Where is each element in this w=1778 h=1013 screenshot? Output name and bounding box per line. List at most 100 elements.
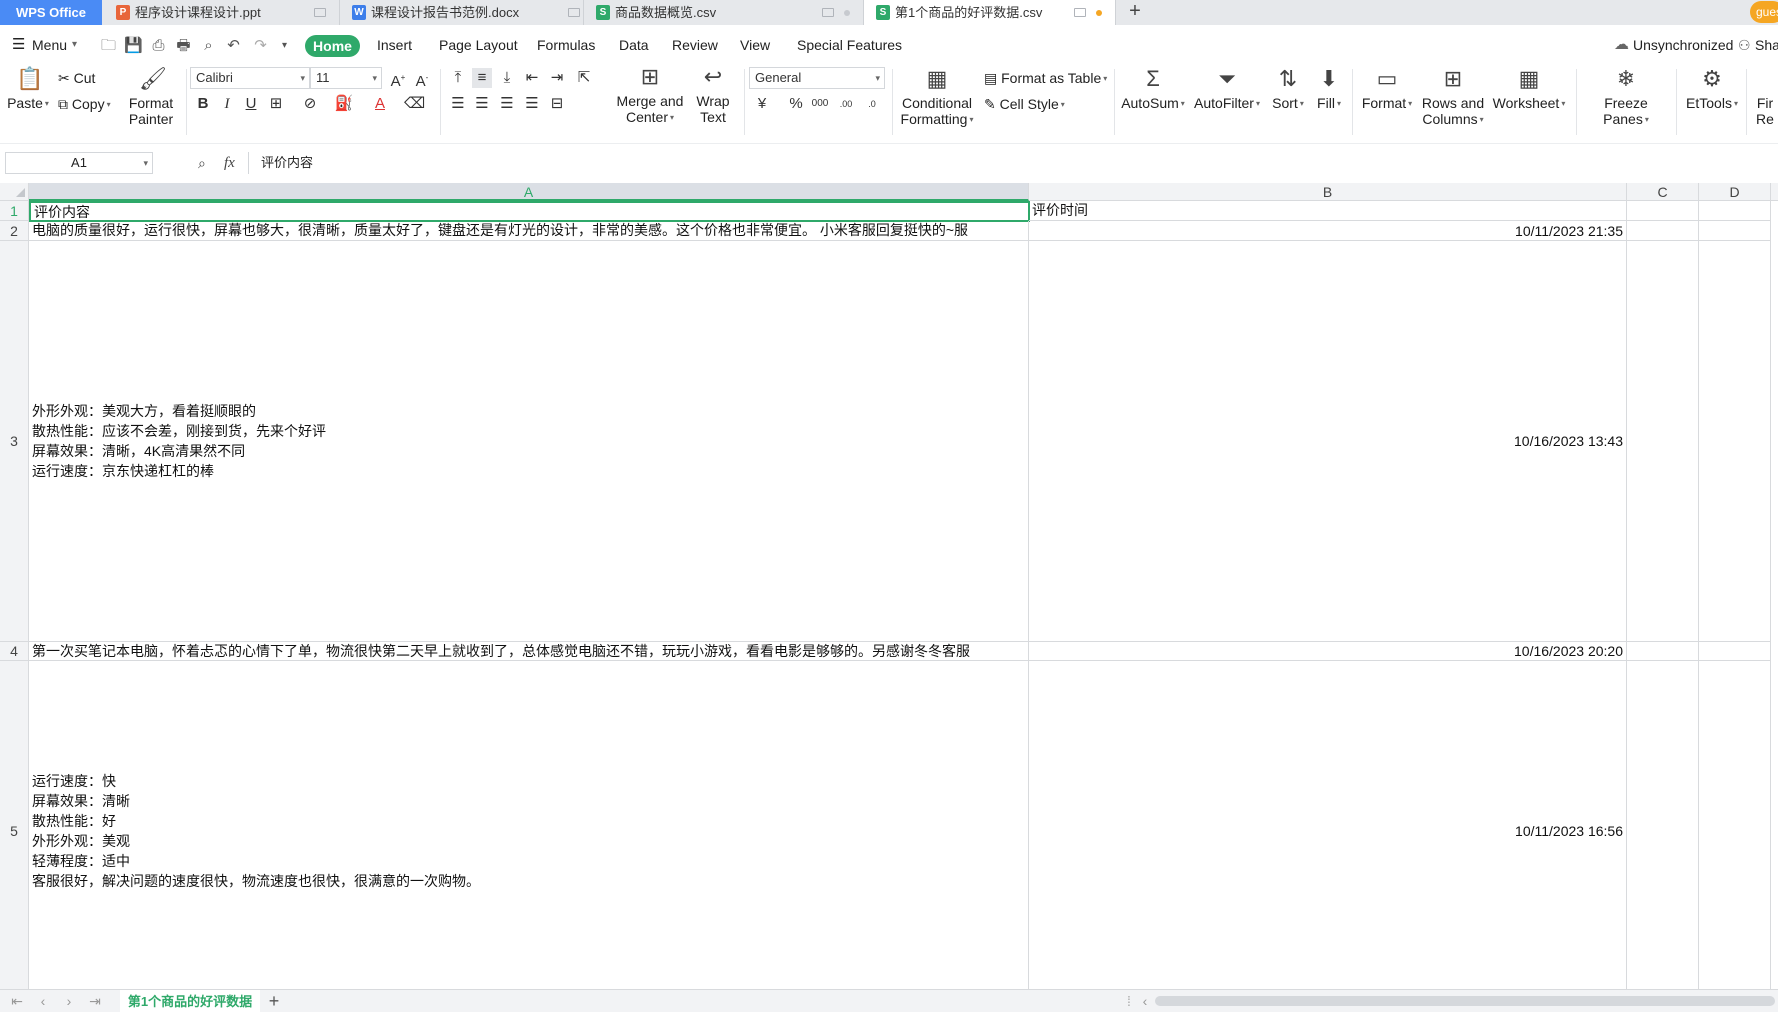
column-header-a[interactable]: A (29, 183, 1029, 201)
freeze-panes-button[interactable]: ❄ Freeze Panes ▾ (1582, 67, 1670, 128)
cell-d3[interactable] (1699, 241, 1771, 642)
align-left-icon[interactable]: ☰ (448, 94, 468, 114)
tab-special-features[interactable]: Special Features (797, 25, 902, 65)
window-icon[interactable] (822, 8, 834, 17)
underline-icon[interactable]: U (241, 94, 261, 114)
add-sheet-plus-icon[interactable]: + (264, 990, 284, 1013)
merge-center-button[interactable]: ⊞ Merge and Center ▾ (612, 65, 688, 126)
select-all-corner[interactable] (0, 183, 29, 201)
align-center-icon[interactable]: ☰ (472, 94, 492, 114)
avatar[interactable]: gues (1750, 1, 1778, 23)
cell-a1[interactable]: 评价内容 (29, 201, 1030, 222)
tab-page-layout[interactable]: Page Layout (439, 25, 518, 65)
tab-review[interactable]: Review (672, 25, 718, 65)
sheet-tab-active[interactable]: 第1个商品的好评数据 (120, 990, 260, 1013)
cell-b1[interactable]: 评价时间 (1029, 201, 1627, 221)
font-color-icon[interactable]: A (370, 94, 390, 114)
sort-button[interactable]: ⇅ Sort ▾ (1268, 67, 1308, 112)
first-sheet-icon[interactable]: ⇤ (8, 990, 26, 1013)
font-name-select[interactable]: Calibri ▾ (190, 67, 310, 89)
find-replace-button[interactable]: Fir Re (1752, 67, 1778, 127)
zoom-search-icon[interactable]: ⌕ (198, 152, 206, 174)
print-preview-icon[interactable]: ⌕ (200, 37, 217, 54)
chevron-down-icon[interactable]: ▾ (72, 25, 77, 65)
name-box[interactable]: A1 ▾ (5, 152, 153, 174)
cell-b2[interactable]: 10/11/2023 21:35 (1029, 221, 1627, 241)
formula-input[interactable]: 评价内容 (248, 152, 1778, 174)
fill-color-icon[interactable]: ⛽ (334, 94, 354, 114)
rows-columns-button[interactable]: ⊞ Rows and Columns ▾ (1420, 67, 1486, 128)
increase-indent-icon[interactable]: ⇥ (547, 68, 567, 88)
row-header-5[interactable]: 5 (0, 661, 29, 989)
tab-data[interactable]: Data (619, 25, 649, 65)
tab-ppt[interactable]: P 程序设计课程设计.ppt (104, 0, 340, 25)
print-icon[interactable]: 🖶 (175, 37, 192, 54)
cell-style-button[interactable]: ✎ Cell Style ▾ (984, 95, 1065, 114)
cell-a3[interactable]: 外形外观：美观大方，看着挺顺眼的 散热性能：应该不会差，刚接到货，先来个好评 屏… (29, 241, 1029, 642)
align-bottom-icon[interactable]: ⤓ (497, 68, 517, 88)
percent-icon[interactable]: % (786, 94, 806, 114)
cell-c2[interactable] (1627, 221, 1699, 241)
row-header-2[interactable]: 2 (0, 221, 29, 241)
next-sheet-icon[interactable]: › (60, 990, 78, 1013)
cell-a2[interactable]: 电脑的质量很好，运行很快，屏幕也够大，很清晰，质量太好了，键盘还是有灯光的设计，… (29, 221, 1029, 241)
tab-formulas[interactable]: Formulas (537, 25, 595, 65)
clear-format-icon[interactable]: ⌫ (404, 94, 425, 114)
row-header-4[interactable]: 4 (0, 642, 29, 661)
wrap-text-button[interactable]: ↩ Wrap Text (690, 65, 736, 126)
menu-button[interactable]: Menu (32, 25, 67, 65)
cell-a5[interactable]: 运行速度：快 屏幕效果：清晰 散热性能：好 外形外观：美观 轻薄程度：适中 客服… (29, 661, 1029, 989)
tab-csv-reviews[interactable]: S 第1个商品的好评数据.csv (864, 0, 1116, 25)
column-header-c[interactable]: C (1627, 183, 1699, 201)
cell-c3[interactable] (1627, 241, 1699, 642)
align-top-icon[interactable]: ⤒ (448, 68, 468, 88)
cell-c1[interactable] (1627, 201, 1699, 221)
save-icon[interactable]: 💾 (124, 37, 143, 54)
wps-office-logo[interactable]: WPS Office (0, 0, 102, 25)
decrease-font-icon[interactable]: A- (412, 68, 432, 90)
copy-button[interactable]: ⧉ Copy ▾ (58, 95, 111, 114)
unsaved-dot-icon[interactable] (1096, 10, 1102, 16)
function-icon[interactable]: fx (224, 152, 235, 174)
cell-d4[interactable] (1699, 642, 1771, 661)
decrease-decimal-icon[interactable]: .0 (862, 94, 882, 114)
row-header-1[interactable]: 1 (0, 201, 29, 221)
column-header-d[interactable]: D (1699, 183, 1771, 201)
tab-csv-overview[interactable]: S 商品数据概览.csv (584, 0, 864, 25)
increase-decimal-icon[interactable]: .00 (836, 94, 856, 114)
align-middle-icon[interactable]: ≡ (472, 68, 492, 88)
autofilter-button[interactable]: ⏷ AutoFilter ▾ (1192, 67, 1262, 112)
format-as-table-button[interactable]: ▤ Format as Table ▾ (984, 69, 1107, 88)
autosum-button[interactable]: Σ AutoSum ▾ (1120, 67, 1186, 112)
conditional-formatting-button[interactable]: ▦ Conditional Formatting ▾ (900, 67, 974, 128)
customize-toolbar-icon[interactable]: ▾ (276, 37, 293, 54)
text-direction-icon[interactable]: ⇱ (574, 68, 594, 88)
tab-view[interactable]: View (740, 25, 770, 65)
align-right-icon[interactable]: ☰ (497, 94, 517, 114)
cell-a4[interactable]: 第一次买笔记本电脑，怀着忐忑的心情下了单，物流很快第二天早上就收到了，总体感觉电… (29, 642, 1029, 661)
cell-b4[interactable]: 10/16/2023 20:20 (1029, 642, 1627, 661)
bold-icon[interactable]: B (193, 94, 213, 114)
undo-icon[interactable]: ↶ (225, 37, 242, 54)
close-dot-icon[interactable] (844, 10, 850, 16)
thousands-separator-icon[interactable]: 000 (810, 94, 830, 114)
sync-status[interactable]: Unsynchronized (1633, 25, 1733, 65)
cell-b5[interactable]: 10/11/2023 16:56 (1029, 661, 1627, 989)
font-size-select[interactable]: 11 ▾ (310, 67, 382, 89)
format-button[interactable]: ▭ Format ▾ (1360, 67, 1414, 112)
cell-d5[interactable] (1699, 661, 1771, 989)
paste-button[interactable]: 📋 Paste ▾ (6, 67, 50, 112)
ettools-button[interactable]: ⚙ EtTools ▾ (1684, 67, 1740, 112)
window-icon[interactable] (568, 8, 580, 17)
horizontal-scrollbar[interactable] (1155, 996, 1775, 1006)
row-header-3[interactable]: 3 (0, 241, 29, 642)
scroll-left-icon[interactable]: ‹ (1136, 990, 1154, 1013)
number-format-select[interactable]: General ▾ (749, 67, 885, 89)
window-icon[interactable] (1074, 8, 1086, 17)
borders-icon[interactable]: ⊞ (266, 94, 286, 114)
cell-b3[interactable]: 10/16/2023 13:43 (1029, 241, 1627, 642)
window-icon[interactable] (314, 8, 326, 17)
fill-button[interactable]: ⬇ Fill ▾ (1314, 67, 1344, 112)
share-button[interactable]: Sha (1755, 25, 1778, 65)
export-pdf-icon[interactable]: ⎙ (150, 37, 167, 54)
